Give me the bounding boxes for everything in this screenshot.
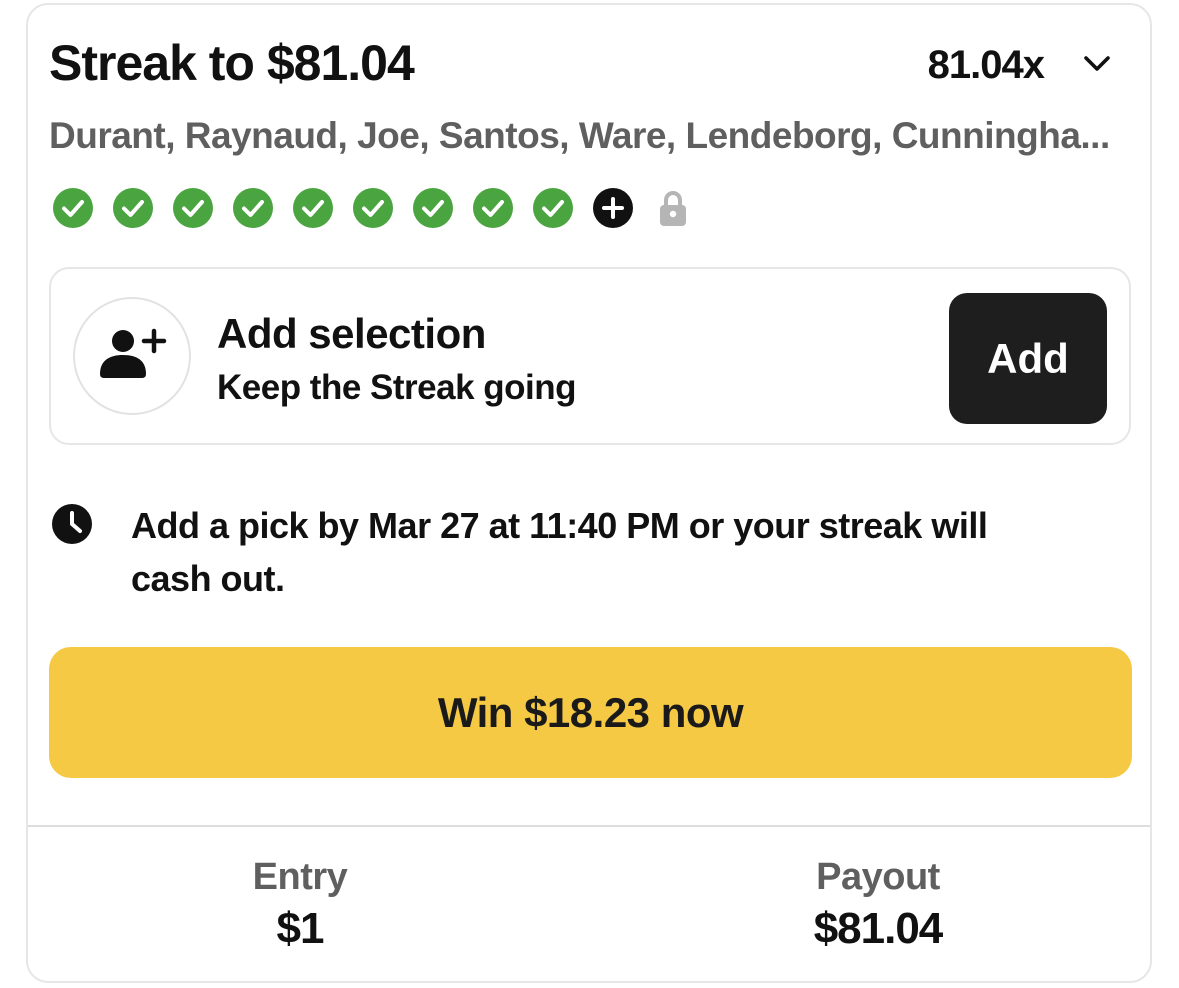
streak-title: Streak to $81.04: [49, 35, 415, 91]
clock-icon: [51, 503, 93, 545]
deadline-text: Add a pick by Mar 27 at 11:40 PM or your…: [131, 505, 988, 599]
payout-stat: Payout $81.04: [678, 853, 1078, 957]
check-circle-icon: [352, 187, 394, 229]
add-selection-title: Add selection: [217, 310, 486, 357]
streak-multiplier: 81.04x: [927, 43, 1045, 87]
check-circle-icon: [52, 187, 94, 229]
check-circle-icon: [232, 187, 274, 229]
entry-value: $1: [276, 904, 325, 953]
check-circle-icon: [472, 187, 514, 229]
pick-progress: [52, 187, 712, 229]
cash-out-button[interactable]: Win $18.23 now: [49, 647, 1132, 778]
add-button[interactable]: Add: [949, 293, 1107, 424]
entry-stat: Entry $1: [100, 853, 500, 957]
check-circle-icon: [412, 187, 454, 229]
entry-label: Entry: [252, 856, 348, 898]
player-list: Durant, Raynaud, Joe, Santos, Ware, Lend…: [49, 115, 1110, 156]
check-circle-icon: [112, 187, 154, 229]
divider: [28, 825, 1150, 827]
add-user-icon: [97, 326, 167, 387]
check-circle-icon: [292, 187, 334, 229]
payout-value: $81.04: [813, 904, 944, 953]
chevron-down-icon[interactable]: [1080, 47, 1114, 81]
avatar: [73, 297, 191, 415]
payout-label: Payout: [816, 856, 940, 898]
add-selection-panel: Add selection Keep the Streak going Add: [49, 267, 1131, 445]
lock-icon: [652, 187, 694, 229]
plus-circle-icon[interactable]: [592, 187, 634, 229]
add-selection-subtitle: Keep the Streak going: [217, 368, 577, 407]
check-circle-icon: [172, 187, 214, 229]
streak-card: Streak to $81.04 81.04x Durant, Raynaud,…: [26, 3, 1152, 983]
check-circle-icon: [532, 187, 574, 229]
